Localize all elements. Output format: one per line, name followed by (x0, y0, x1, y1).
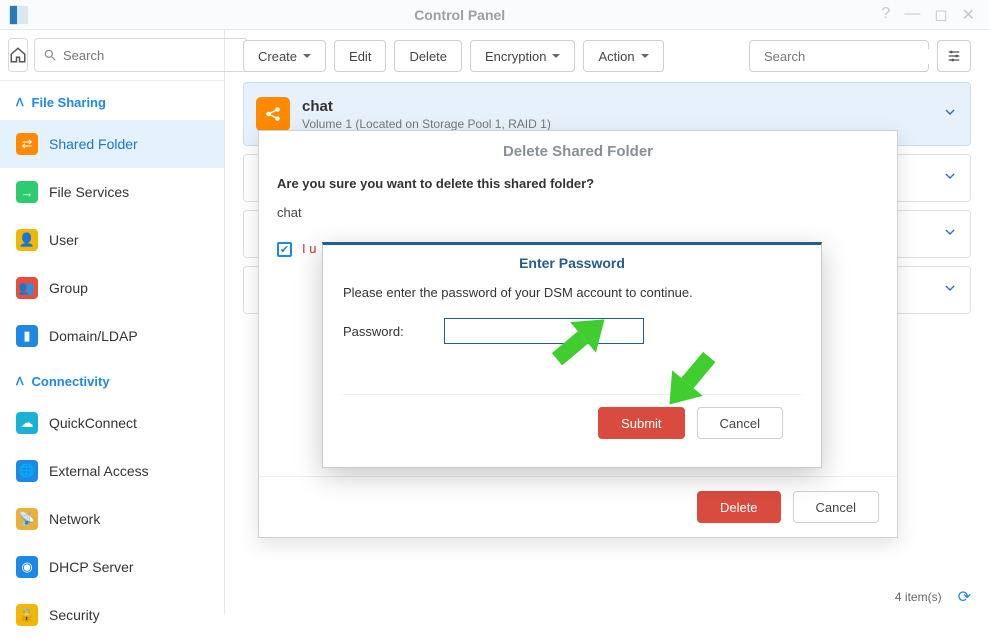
conn-icon: 📡 (16, 508, 38, 530)
minimize-icon[interactable]: — (904, 5, 920, 25)
dialog-question: Are you sure you want to delete this sha… (277, 176, 879, 191)
dialog-title: Enter Password (323, 245, 821, 281)
footer: 4 item(s) ⟳ (225, 580, 989, 614)
dialog-cancel-button[interactable]: Cancel (793, 491, 879, 523)
close-icon[interactable]: ✕ (962, 5, 975, 25)
sidebar-item-quickconnect[interactable]: ☁ QuickConnect (0, 399, 224, 447)
sidebar-item-label: User (49, 232, 79, 248)
fs-icon: ⇄ (16, 133, 38, 155)
acknowledge-checkbox[interactable]: ✔ (277, 242, 292, 257)
home-button[interactable] (8, 38, 28, 72)
toolbar-search-input[interactable] (764, 49, 940, 64)
action-button[interactable]: Action (583, 40, 663, 72)
conn-icon: 🔒 (16, 604, 38, 626)
sidebar-item-label: DHCP Server (49, 559, 134, 575)
titlebar: Control Panel ? — ◻ ✕ (0, 0, 989, 30)
section-label: Connectivity (32, 374, 110, 389)
sidebar-item-label: Security (49, 607, 100, 623)
sliders-icon (946, 48, 962, 64)
chevron-down-icon[interactable] (942, 280, 958, 301)
home-icon (9, 46, 27, 64)
conn-icon: ☁ (16, 412, 38, 434)
dialog-message: Please enter the password of your DSM ac… (343, 285, 801, 300)
sidebar-item-label: Network (49, 511, 100, 527)
dialog-target: chat (277, 205, 879, 220)
create-button[interactable]: Create (243, 40, 326, 72)
refresh-icon[interactable]: ⟳ (958, 587, 971, 607)
settings-button[interactable] (937, 40, 971, 72)
edit-button[interactable]: Edit (334, 40, 386, 72)
window-title: Control Panel (38, 7, 881, 23)
sidebar-search[interactable] (34, 38, 248, 72)
help-icon[interactable]: ? (881, 5, 890, 25)
section-file-sharing[interactable]: ᐱ File Sharing (0, 81, 224, 120)
folder-subtitle: Volume 1 (Located on Storage Pool 1, RAI… (302, 117, 930, 131)
sidebar: ᐱ File Sharing ⇄ Shared Folder → File Servi… (0, 30, 225, 614)
sidebar-item-dhcp-server[interactable]: ◉ DHCP Server (0, 543, 224, 591)
section-connectivity[interactable]: ᐱ Connectivity (0, 360, 224, 399)
toolbar: Create Edit Delete Encryption Action (225, 30, 989, 82)
sidebar-item-domain-ldap[interactable]: ▮ Domain/LDAP (0, 312, 224, 360)
sidebar-item-file-services[interactable]: → File Services (0, 168, 224, 216)
sidebar-item-label: Shared Folder (49, 136, 138, 152)
conn-icon: ◉ (16, 556, 38, 578)
sidebar-item-group[interactable]: 👥 Group (0, 264, 224, 312)
sidebar-item-label: Group (49, 280, 88, 296)
sidebar-item-security[interactable]: 🔒 Security (0, 591, 224, 639)
fs-icon: 👥 (16, 277, 38, 299)
sidebar-item-shared-folder[interactable]: ⇄ Shared Folder (0, 120, 224, 168)
chevron-down-icon[interactable] (942, 168, 958, 189)
chevron-down-icon[interactable] (942, 224, 958, 245)
annotation-arrow (650, 340, 730, 420)
sidebar-item-label: External Access (49, 463, 149, 479)
search-icon (43, 48, 57, 62)
window-controls: ? — ◻ ✕ (881, 5, 989, 25)
chevron-up-icon: ᐱ (16, 375, 24, 388)
item-count: 4 item(s) (895, 590, 942, 604)
encryption-button[interactable]: Encryption (470, 40, 575, 72)
chevron-down-icon[interactable] (942, 104, 958, 125)
sidebar-item-label: QuickConnect (49, 415, 137, 431)
fs-icon: 👤 (16, 229, 38, 251)
sidebar-search-input[interactable] (63, 48, 239, 63)
annotation-arrow (540, 300, 620, 380)
dialog-title: Delete Shared Folder (259, 131, 897, 172)
toolbar-search[interactable] (749, 40, 929, 72)
chevron-up-icon: ᐱ (16, 96, 24, 109)
sidebar-item-network[interactable]: 📡 Network (0, 495, 224, 543)
share-icon (256, 97, 290, 131)
sidebar-item-label: Domain/LDAP (49, 328, 138, 344)
folder-name: chat (302, 98, 930, 115)
sidebar-item-label: File Services (49, 184, 129, 200)
app-icon (0, 0, 38, 30)
delete-button[interactable]: Delete (394, 40, 462, 72)
sidebar-item-external-access[interactable]: 🌐 External Access (0, 447, 224, 495)
maximize-icon[interactable]: ◻ (934, 5, 947, 25)
conn-icon: 🌐 (16, 460, 38, 482)
dialog-delete-button[interactable]: Delete (697, 491, 781, 523)
fs-icon: ▮ (16, 325, 38, 347)
section-label: File Sharing (32, 95, 106, 110)
password-label: Password: (343, 324, 404, 339)
fs-icon: → (16, 181, 38, 203)
sidebar-item-user[interactable]: 👤 User (0, 216, 224, 264)
